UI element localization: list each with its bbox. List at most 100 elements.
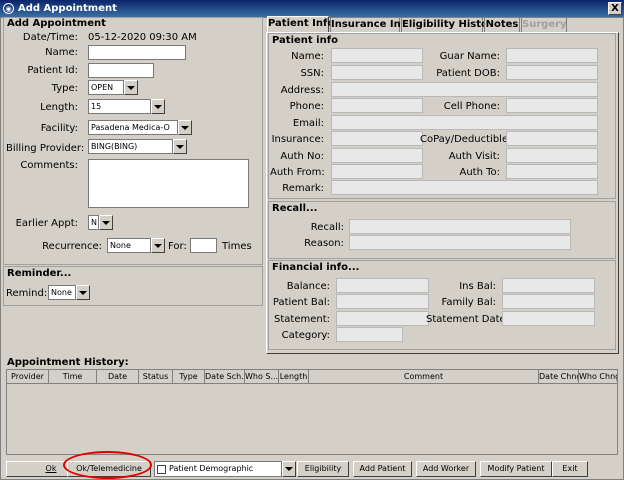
add-patient-button[interactable]: Add Patient	[353, 461, 412, 477]
balance-label: Balance:	[286, 281, 330, 292]
recurrence-label: Recurrence:	[42, 241, 102, 252]
pi-ssn-field	[331, 65, 423, 80]
chevron-down-icon	[176, 144, 184, 149]
patient-demographic-checkbox[interactable]	[157, 464, 166, 474]
column-header-who-changed[interactable]: Who Chng	[579, 370, 617, 384]
facility-dropdown-button[interactable]	[178, 120, 192, 135]
pi-remark-label: Remark:	[282, 183, 324, 194]
column-header-provider[interactable]: Provider	[7, 370, 49, 384]
history-table[interactable]: Provider Time Date Status Type Date Sch.…	[6, 369, 618, 455]
pi-name-field	[331, 48, 423, 63]
patient-demographic-select[interactable]: Patient Demographic	[154, 461, 282, 477]
tab-insurance-info[interactable]: Insurance Info	[330, 17, 412, 32]
comments-label: Comments:	[20, 160, 78, 171]
name-input[interactable]	[88, 45, 186, 60]
tab-eligibility-history[interactable]: Eligibility History	[401, 17, 499, 32]
billing-provider-label: Billing Provider:	[6, 143, 85, 154]
pi-email-field	[331, 115, 598, 130]
pi-name-label: Name:	[291, 51, 324, 62]
chevron-down-icon	[181, 125, 189, 130]
recall-reason-field	[349, 235, 571, 250]
recurrence-select[interactable]: None	[107, 238, 151, 253]
eligibility-button[interactable]: Eligibility	[297, 461, 349, 477]
patient-id-input[interactable]	[88, 63, 154, 78]
earlier-appt-dropdown-button[interactable]	[99, 215, 113, 230]
title-bar: ◉ Add Appointment	[0, 0, 624, 17]
chevron-down-icon	[102, 220, 110, 225]
history-table-header: Provider Time Date Status Type Date Sch.…	[7, 370, 617, 384]
column-header-date[interactable]: Date	[97, 370, 139, 384]
family-bal-field	[502, 294, 595, 309]
pi-email-label: Email:	[292, 118, 324, 129]
pi-remark-field	[331, 180, 598, 195]
pi-insurance-field	[331, 131, 423, 146]
pi-address-field	[331, 82, 598, 97]
pi-insurance-label: Insurance:	[271, 134, 324, 145]
pi-auth-visit-label: Auth Visit:	[448, 151, 500, 162]
recall-label: Recall:	[310, 222, 344, 233]
patient-info-section-title: Patient info	[272, 35, 338, 46]
pi-phone-label: Phone:	[289, 101, 324, 112]
pi-auth-to-field	[506, 164, 598, 179]
pi-auth-no-label: Auth No:	[280, 151, 324, 162]
recurrence-count-input[interactable]	[190, 238, 217, 253]
modify-patient-button[interactable]: Modify Patient	[480, 461, 552, 477]
add-worker-button[interactable]: Add Worker	[416, 461, 476, 477]
recurrence-dropdown-button[interactable]	[151, 238, 165, 253]
length-select[interactable]: 15	[88, 99, 151, 114]
billing-provider-dropdown-button[interactable]	[173, 139, 187, 154]
column-header-date-scheduled[interactable]: Date Sch...	[205, 370, 245, 384]
column-header-date-changed[interactable]: Date Chng	[539, 370, 579, 384]
column-header-time[interactable]: Time	[49, 370, 97, 384]
column-header-type[interactable]: Type	[173, 370, 205, 384]
statement-field	[336, 311, 429, 326]
chevron-down-icon	[154, 104, 162, 109]
chevron-down-icon	[285, 467, 293, 471]
pi-dob-label: Patient DOB:	[436, 68, 500, 79]
pi-cell-field	[506, 98, 598, 113]
pi-guar-name-label: Guar Name:	[439, 51, 500, 62]
earlier-appt-select[interactable]: N	[88, 215, 99, 230]
facility-label: Facility:	[40, 123, 78, 134]
pi-dob-field	[506, 65, 598, 80]
column-header-comment[interactable]: Comment	[309, 370, 539, 384]
type-dropdown-button[interactable]	[124, 80, 138, 95]
comments-textarea[interactable]	[88, 159, 249, 208]
earlier-appt-label: Earlier Appt:	[15, 218, 78, 229]
statement-date-label: Statement Date:	[426, 314, 510, 325]
billing-provider-select[interactable]: BING(BING)	[88, 139, 173, 154]
column-header-who-scheduled[interactable]: Who S...	[245, 370, 279, 384]
chevron-down-icon	[154, 243, 162, 248]
patient-id-label: Patient Id:	[27, 65, 78, 76]
ins-bal-field	[502, 278, 595, 293]
pi-address-label: Address:	[280, 85, 324, 96]
recall-field	[349, 219, 571, 234]
pi-ssn-label: SSN:	[300, 68, 324, 79]
length-dropdown-button[interactable]	[151, 99, 165, 114]
datetime-label: Date/Time:	[22, 32, 78, 43]
remind-dropdown-button[interactable]	[76, 285, 90, 300]
category-label: Category:	[281, 330, 330, 341]
category-field	[336, 327, 403, 342]
pi-auth-to-label: Auth To:	[459, 167, 500, 178]
remind-label: Remind:	[6, 288, 48, 299]
pi-auth-from-label: Auth From:	[270, 167, 325, 178]
type-label: Type:	[51, 83, 78, 94]
statement-label: Statement:	[274, 314, 330, 325]
exit-button[interactable]: Exit	[552, 461, 588, 477]
column-header-length[interactable]: Length	[279, 370, 309, 384]
column-header-status[interactable]: Status	[139, 370, 173, 384]
patient-demographic-dropdown-button[interactable]	[282, 461, 296, 477]
type-select[interactable]: OPEN	[88, 80, 124, 95]
close-button[interactable]: X	[608, 2, 622, 15]
recall-reason-label: Reason:	[304, 238, 344, 249]
times-label: Times	[222, 241, 252, 252]
appointment-section-title: Add Appointment	[7, 18, 106, 29]
facility-select[interactable]: Pasadena Medica-O	[88, 120, 178, 135]
tab-patient-info[interactable]: Patient Info	[267, 16, 334, 32]
pi-phone-field	[331, 98, 423, 113]
statement-date-field	[502, 311, 595, 326]
remind-select[interactable]: None	[48, 285, 76, 300]
pi-auth-from-field	[331, 164, 423, 179]
tab-notes[interactable]: Notes	[484, 17, 520, 32]
